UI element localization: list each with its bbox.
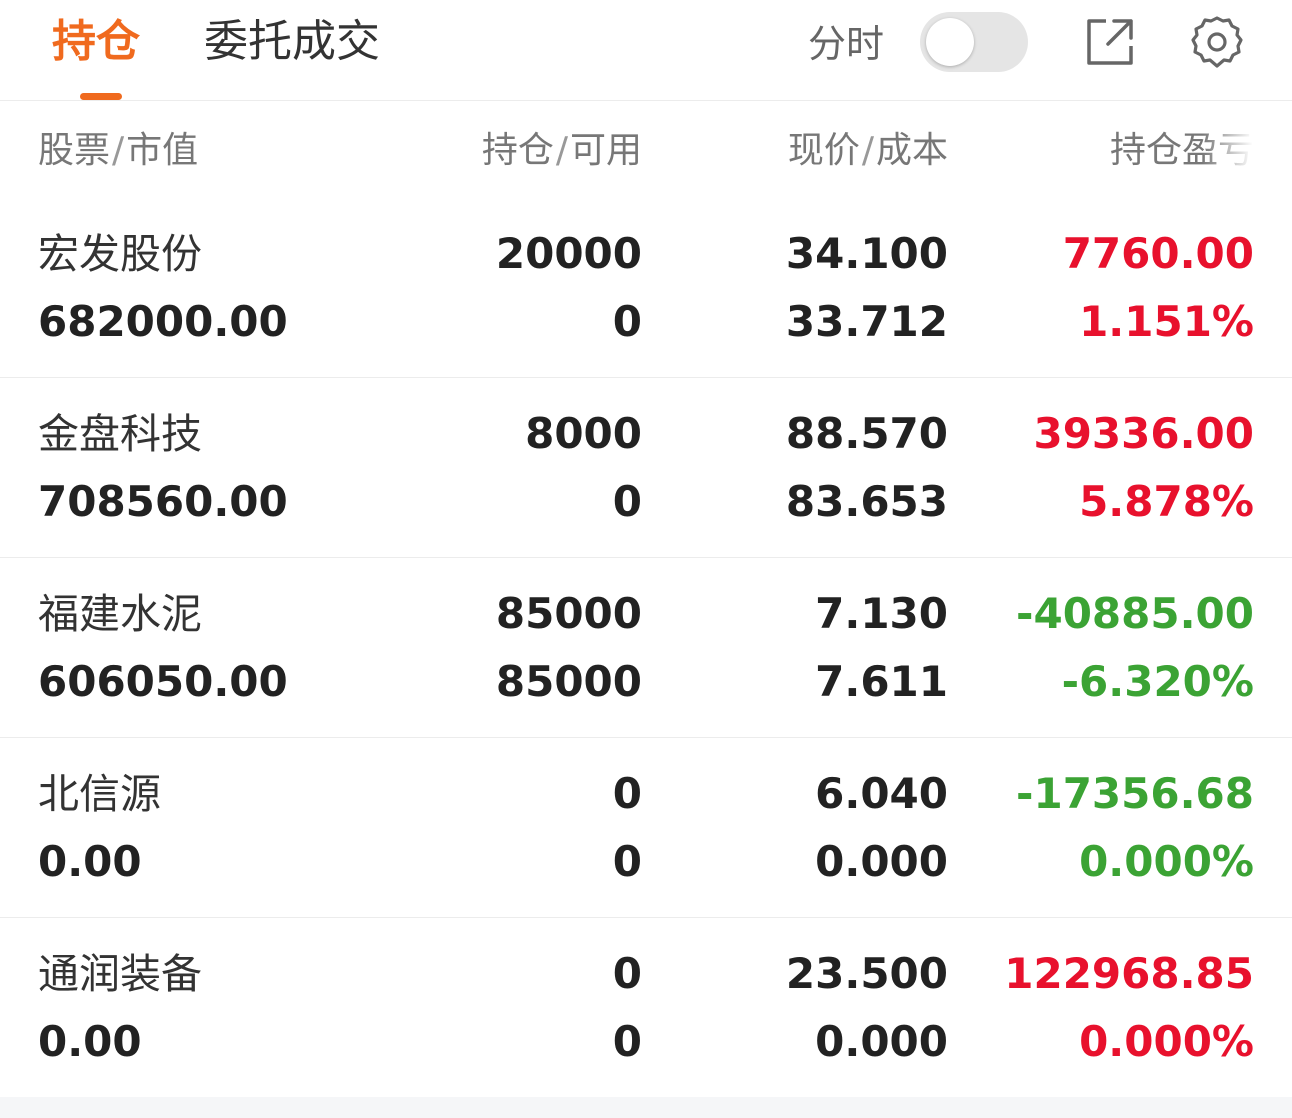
- profit-loss: 7760.00: [1062, 229, 1254, 278]
- fenshi-label: 分时: [808, 22, 885, 66]
- holding-row[interactable]: 福建水泥 606050.00 85000 85000 7.130 7.611 -…: [0, 558, 1292, 738]
- market-value: 606050.00: [38, 657, 288, 706]
- available-qty: 0: [612, 297, 642, 346]
- profit-loss-pct: 1.151%: [1079, 297, 1254, 346]
- position-qty: 85000: [495, 589, 642, 638]
- market-value: 708560.00: [38, 477, 288, 526]
- stock-name: 宏发股份: [38, 230, 202, 278]
- stock-name: 北信源: [38, 770, 161, 818]
- share-icon[interactable]: [1084, 16, 1136, 68]
- profit-loss: 39336.00: [1033, 409, 1254, 458]
- profit-loss-pct: 0.000%: [1079, 837, 1254, 886]
- active-tab-indicator: [80, 93, 122, 100]
- column-header-row: 股票/市值 持仓/可用 现价/成本 持仓盈亏: [0, 102, 1292, 200]
- profit-loss: 122968.85: [1004, 949, 1254, 998]
- current-price: 6.040: [815, 769, 948, 818]
- cost-price: 0.000: [815, 1017, 948, 1066]
- available-qty: 0: [612, 1017, 642, 1066]
- fenshi-toggle[interactable]: [920, 12, 1028, 72]
- stock-name: 金盘科技: [38, 410, 202, 458]
- holding-row[interactable]: 金盘科技 708560.00 8000 0 88.570 83.653 3933…: [0, 378, 1292, 558]
- header-price-cost: 现价/成本: [787, 130, 948, 171]
- profit-loss: -40885.00: [1016, 589, 1254, 638]
- market-value: 0.00: [38, 1017, 142, 1066]
- available-qty: 0: [612, 477, 642, 526]
- position-qty: 0: [612, 769, 642, 818]
- profit-loss-pct: 0.000%: [1079, 1017, 1254, 1066]
- current-price: 34.100: [785, 229, 948, 278]
- stock-name: 通润装备: [38, 950, 202, 998]
- header-fade: [1202, 122, 1262, 178]
- position-qty: 0: [612, 949, 642, 998]
- available-qty: 0: [612, 837, 642, 886]
- holding-row[interactable]: 宏发股份 682000.00 20000 0 34.100 33.712 776…: [0, 198, 1292, 378]
- available-qty: 85000: [495, 657, 642, 706]
- tab-orders-trades[interactable]: 委托成交: [204, 14, 380, 70]
- cost-price: 33.712: [785, 297, 948, 346]
- position-qty: 8000: [525, 409, 642, 458]
- cost-price: 83.653: [785, 477, 948, 526]
- header-stock-market-value: 股票/市值: [38, 130, 199, 171]
- position-qty: 20000: [495, 229, 642, 278]
- header-position-available: 持仓/可用: [481, 130, 642, 171]
- stock-name: 福建水泥: [38, 590, 202, 638]
- profit-loss-pct: 5.878%: [1079, 477, 1254, 526]
- holding-row[interactable]: 通润装备 0.00 0 0 23.500 0.000 122968.85 0.0…: [0, 918, 1292, 1098]
- top-bar: 持仓 委托成交 分时: [0, 0, 1292, 101]
- tab-holdings[interactable]: 持仓: [52, 14, 140, 70]
- cost-price: 0.000: [815, 837, 948, 886]
- current-price: 88.570: [785, 409, 948, 458]
- market-value: 682000.00: [38, 297, 288, 346]
- gear-icon[interactable]: [1188, 14, 1246, 72]
- cost-price: 7.611: [815, 657, 948, 706]
- holding-row[interactable]: 北信源 0.00 0 0 6.040 0.000 -17356.68 0.000…: [0, 738, 1292, 918]
- current-price: 7.130: [815, 589, 948, 638]
- bottom-band: [0, 1097, 1292, 1118]
- toggle-knob: [926, 18, 974, 66]
- current-price: 23.500: [785, 949, 948, 998]
- market-value: 0.00: [38, 837, 142, 886]
- profit-loss: -17356.68: [1016, 769, 1254, 818]
- profit-loss-pct: -6.320%: [1061, 657, 1254, 706]
